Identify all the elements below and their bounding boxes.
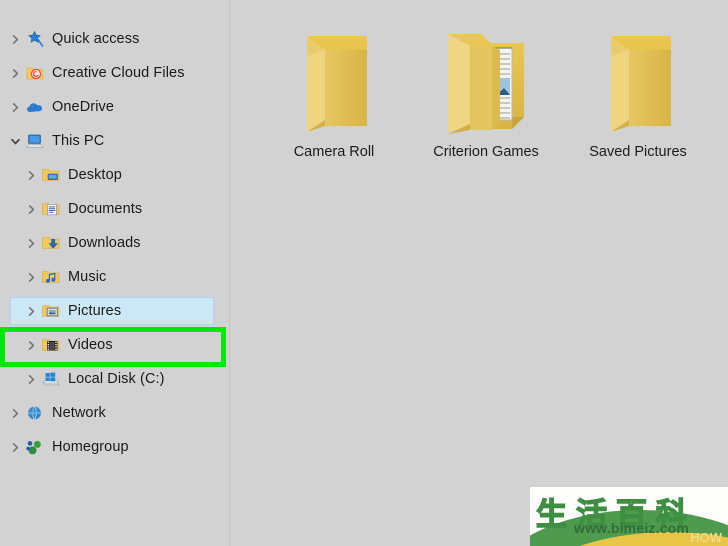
chevron-right-icon[interactable] bbox=[22, 170, 40, 181]
folder-item-label: Saved Pictures bbox=[589, 144, 687, 160]
chevron-right-icon[interactable] bbox=[6, 408, 24, 419]
chevron-right-icon[interactable] bbox=[6, 34, 24, 45]
sidebar-item-creative-cloud-files[interactable]: Creative Cloud Files bbox=[0, 56, 230, 90]
folder-item[interactable]: Saved Pictures bbox=[562, 14, 714, 160]
sidebar-item-onedrive[interactable]: OneDrive bbox=[0, 90, 230, 124]
chevron-right-icon[interactable] bbox=[22, 204, 40, 215]
closed-folder-icon[interactable] bbox=[589, 14, 687, 136]
sidebar-item-label: Quick access bbox=[52, 31, 140, 47]
watermark-url: www.bimeiz.com bbox=[574, 520, 690, 536]
sidebar-item-label: Music bbox=[68, 269, 107, 285]
chevron-right-icon[interactable] bbox=[6, 442, 24, 453]
desktop-folder-icon bbox=[40, 166, 62, 184]
folder-item-label: Criterion Games bbox=[433, 144, 539, 160]
sidebar-item-label: Downloads bbox=[68, 235, 141, 251]
sidebar-item-quick-access[interactable]: Quick access bbox=[0, 22, 230, 56]
open-folder-with-document-icon[interactable] bbox=[430, 14, 542, 136]
sidebar-item-desktop[interactable]: Desktop bbox=[0, 158, 230, 192]
navigation-tree: Quick access Creative Cloud Files OneDrive… bbox=[0, 22, 230, 464]
this-pc-icon bbox=[24, 132, 46, 150]
watermark-corner-text: HOW bbox=[690, 530, 722, 545]
sidebar-item-music[interactable]: Music bbox=[0, 260, 230, 294]
sidebar-item-label: Local Disk (C:) bbox=[68, 371, 165, 387]
music-folder-icon bbox=[40, 268, 62, 286]
folder-item[interactable]: Camera Roll bbox=[258, 14, 410, 160]
pictures-folder-icon bbox=[40, 302, 62, 320]
onedrive-cloud-icon bbox=[24, 98, 46, 116]
chevron-right-icon[interactable] bbox=[6, 102, 24, 113]
file-explorer-window: Quick access Creative Cloud Files OneDrive… bbox=[0, 0, 728, 546]
sidebar-item-label: Homegroup bbox=[52, 439, 129, 455]
downloads-folder-icon bbox=[40, 234, 62, 252]
local-disk-icon bbox=[40, 370, 62, 388]
sidebar-item-local-disk-c[interactable]: Local Disk (C:) bbox=[0, 362, 230, 396]
sidebar-item-label: Pictures bbox=[68, 303, 122, 319]
sidebar-item-label: Network bbox=[52, 405, 106, 421]
folder-items-row: Camera Roll Criterion Games Saved Pictures bbox=[258, 14, 728, 160]
star-pin-icon bbox=[24, 30, 46, 48]
homegroup-icon bbox=[24, 438, 46, 456]
navigation-pane: Quick access Creative Cloud Files OneDrive… bbox=[0, 0, 230, 546]
sidebar-item-pictures[interactable]: Pictures bbox=[0, 294, 230, 328]
sidebar-item-documents[interactable]: Documents bbox=[0, 192, 230, 226]
folder-item[interactable]: Criterion Games bbox=[410, 14, 562, 160]
creative-cloud-icon bbox=[24, 64, 46, 82]
sidebar-item-videos[interactable]: Videos bbox=[0, 328, 230, 362]
chevron-right-icon[interactable] bbox=[22, 306, 40, 317]
sidebar-item-label: Documents bbox=[68, 201, 143, 217]
chevron-down-icon[interactable] bbox=[6, 136, 24, 147]
sidebar-item-network[interactable]: Network bbox=[0, 396, 230, 430]
watermark: 生活百科 www.bimeiz.com HOW bbox=[530, 487, 728, 546]
sidebar-item-this-pc[interactable]: This PC bbox=[0, 124, 230, 158]
closed-folder-icon[interactable] bbox=[285, 14, 383, 136]
chevron-right-icon[interactable] bbox=[22, 238, 40, 249]
sidebar-item-label: Creative Cloud Files bbox=[52, 65, 185, 81]
chevron-right-icon[interactable] bbox=[22, 340, 40, 351]
sidebar-item-label: Desktop bbox=[68, 167, 122, 183]
videos-folder-icon bbox=[40, 336, 62, 354]
sidebar-item-label: OneDrive bbox=[52, 99, 115, 115]
chevron-right-icon[interactable] bbox=[6, 68, 24, 79]
sidebar-item-label: Videos bbox=[68, 337, 113, 353]
sidebar-item-label: This PC bbox=[52, 133, 105, 149]
sidebar-item-homegroup[interactable]: Homegroup bbox=[0, 430, 230, 464]
chevron-right-icon[interactable] bbox=[22, 272, 40, 283]
network-icon bbox=[24, 404, 46, 422]
file-list-pane[interactable]: Camera Roll Criterion Games Saved Pictures… bbox=[230, 0, 728, 546]
chevron-right-icon[interactable] bbox=[22, 374, 40, 385]
sidebar-item-downloads[interactable]: Downloads bbox=[0, 226, 230, 260]
documents-folder-icon bbox=[40, 200, 62, 218]
folder-item-label: Camera Roll bbox=[293, 144, 375, 160]
